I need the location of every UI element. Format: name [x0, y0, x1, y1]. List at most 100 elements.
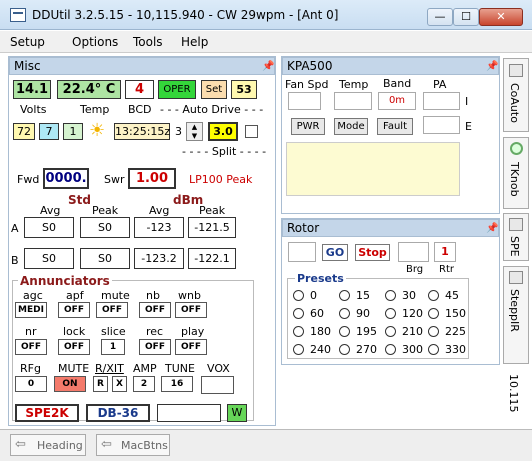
preset-radio[interactable] — [428, 344, 439, 355]
presets-title: Presets — [295, 272, 346, 285]
drive-value: 53 — [231, 80, 257, 99]
heading-input[interactable] — [288, 242, 316, 262]
pin-icon[interactable]: 📌 — [486, 221, 498, 237]
rec-label: rec — [146, 325, 164, 338]
nb-button[interactable]: OFF — [139, 302, 171, 318]
preset-label: 30 — [402, 289, 416, 302]
amp-button[interactable]: 2 — [133, 376, 155, 392]
preset-radio[interactable] — [428, 326, 439, 337]
apf-button[interactable]: OFF — [58, 302, 90, 318]
meter-b-std-avg: S0 — [24, 248, 74, 269]
db36-button[interactable]: DB-36 — [86, 404, 150, 422]
slice-button[interactable]: 1 — [101, 339, 125, 355]
fan-speed-value — [288, 92, 321, 110]
preset-radio[interactable] — [385, 290, 396, 301]
menu-options[interactable]: Options — [72, 35, 118, 49]
kpa-message-area — [286, 142, 460, 196]
tab-heading[interactable]: ⇦ Heading — [10, 434, 86, 456]
knob-icon — [510, 142, 523, 155]
band-value: 0m — [378, 92, 416, 110]
minimize-button[interactable]: — — [427, 8, 453, 26]
spin-arrows-icon[interactable]: ▲ ▼ — [186, 122, 203, 141]
maximize-button[interactable]: ☐ — [453, 8, 479, 26]
avg-label: Avg — [40, 204, 61, 217]
blank-button[interactable] — [157, 404, 221, 422]
vox-label: VOX — [207, 362, 230, 375]
preset-radio[interactable] — [339, 308, 350, 319]
pin-icon: ⇦ — [101, 437, 112, 452]
pin-icon[interactable]: 📌 — [262, 59, 274, 75]
mode-button[interactable]: Mode — [334, 118, 368, 135]
tab-icon — [509, 271, 523, 284]
pin-icon[interactable]: 📌 — [486, 59, 498, 75]
rotor-title: Rotor — [287, 221, 320, 235]
split-checkbox[interactable] — [245, 125, 258, 138]
wnb-button[interactable]: OFF — [175, 302, 207, 318]
nr-label: nr — [25, 325, 37, 338]
meter-a-dbm-avg: -123 — [134, 217, 184, 238]
preset-radio[interactable] — [339, 290, 350, 301]
tune-label: TUNE — [165, 362, 195, 375]
pwr-button[interactable]: PWR — [291, 118, 325, 135]
meter-a-std-peak: S0 — [80, 217, 130, 238]
fwd-label: Fwd — [17, 173, 40, 186]
preset-radio[interactable] — [293, 308, 304, 319]
vox-button[interactable] — [201, 376, 234, 394]
preset-label: 15 — [356, 289, 370, 302]
side-tab-spe[interactable]: SPE — [503, 213, 529, 261]
preset-radio[interactable] — [293, 326, 304, 337]
agc-button[interactable]: MEDI — [15, 302, 47, 318]
tab-macbtns[interactable]: ⇦ MacBtns — [96, 434, 170, 456]
mute-button[interactable]: OFF — [96, 302, 128, 318]
preset-radio[interactable] — [385, 326, 396, 337]
rfg-button[interactable]: 0 — [15, 376, 47, 392]
rit-button[interactable]: R — [93, 376, 108, 392]
preset-radio[interactable] — [385, 344, 396, 355]
side-tab-label: CoAuto — [508, 83, 521, 123]
fan-speed-label: Fan Spd — [285, 78, 329, 91]
meter-b-dbm-peak: -122.1 — [188, 248, 236, 269]
side-tab-steppir[interactable]: SteppIR — [503, 266, 529, 364]
preset-radio[interactable] — [339, 344, 350, 355]
w-button[interactable]: W — [227, 404, 247, 422]
menu-tools[interactable]: Tools — [133, 35, 163, 49]
set-button[interactable]: Set — [201, 80, 227, 99]
kpa-temp-value — [334, 92, 372, 110]
preset-label: 225 — [445, 325, 466, 338]
preset-radio[interactable] — [293, 290, 304, 301]
misc-header: Misc 📌 — [9, 57, 275, 75]
preset-radio[interactable] — [339, 326, 350, 337]
xit-button[interactable]: X — [112, 376, 127, 392]
preset-label: 120 — [402, 307, 423, 320]
side-tab-tknob[interactable]: TKnob — [503, 137, 529, 209]
current-label: I — [465, 95, 469, 108]
play-button[interactable]: OFF — [175, 339, 207, 355]
fault-button[interactable]: Fault — [377, 118, 413, 135]
nr-button[interactable]: OFF — [15, 339, 47, 355]
preset-radio[interactable] — [428, 290, 439, 301]
stop-button[interactable]: Stop — [355, 244, 390, 261]
tune-button[interactable]: 16 — [161, 376, 193, 392]
oper-button[interactable]: OPER — [158, 80, 196, 99]
preset-radio[interactable] — [385, 308, 396, 319]
go-button[interactable]: GO — [322, 244, 348, 261]
preset-label: 180 — [310, 325, 331, 338]
temp-label: Temp — [80, 103, 110, 116]
row-b-label: B — [11, 254, 19, 267]
mute-label: mute — [101, 289, 130, 302]
band-label: Band — [383, 77, 412, 90]
play-label: play — [181, 325, 205, 338]
preset-radio[interactable] — [293, 344, 304, 355]
preset-radio[interactable] — [428, 308, 439, 319]
rotor-number: 1 — [434, 242, 456, 262]
menu-setup[interactable]: Setup — [10, 35, 45, 49]
rec-button[interactable]: OFF — [139, 339, 171, 355]
side-tab-coauto[interactable]: CoAuto — [503, 58, 529, 132]
preset-label: 330 — [445, 343, 466, 356]
close-button[interactable]: ✕ — [479, 8, 523, 26]
mute-on-button[interactable]: ON — [54, 376, 86, 392]
fwd-value: 0000. — [43, 168, 89, 189]
lock-button[interactable]: OFF — [58, 339, 90, 355]
spe2k-button[interactable]: SPE2K — [15, 404, 79, 422]
menu-help[interactable]: Help — [181, 35, 208, 49]
